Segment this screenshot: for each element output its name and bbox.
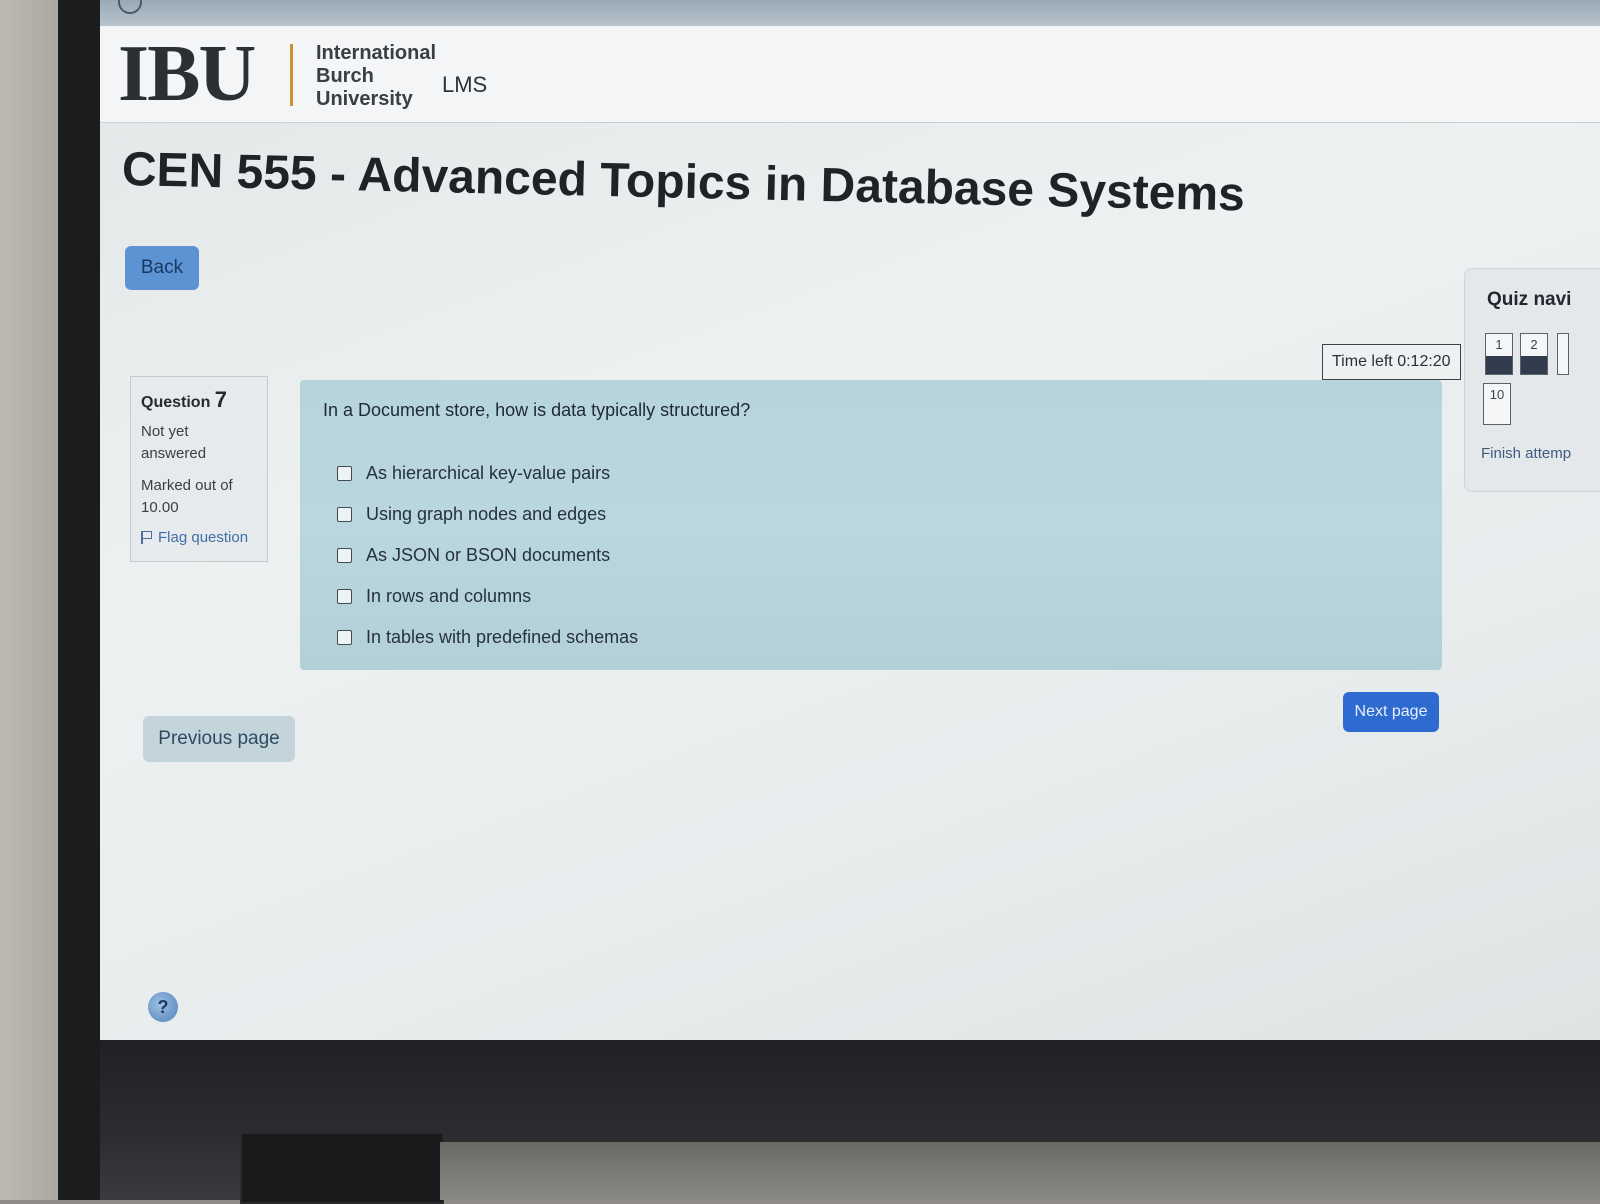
question-marks: Marked out of 10.00 — [141, 477, 233, 516]
answer-option-label[interactable]: In rows and columns — [366, 586, 531, 607]
site-header: IBU International Burch University LMS — [100, 26, 1600, 123]
lms-label: LMS — [442, 72, 488, 97]
answer-option[interactable]: Using graph nodes and edges — [323, 494, 1419, 535]
question-panel: In a Document store, how is data typical… — [300, 380, 1442, 670]
quiz-nav-question-button[interactable]: 10 — [1483, 383, 1511, 425]
question-info-panel: Question 7 Not yet answered Marked out o… — [130, 376, 268, 562]
quiz-timer: Time left 0:12:20 — [1322, 344, 1461, 380]
screen: IBU International Burch University LMS C… — [100, 0, 1600, 1040]
finish-attempt-link[interactable]: Finish attemp — [1481, 445, 1571, 462]
answer-option-label[interactable]: As hierarchical key-value pairs — [366, 463, 610, 484]
question-label: Question — [141, 394, 211, 411]
keyboard-edge — [440, 1142, 1600, 1200]
university-name-line: University — [316, 88, 413, 110]
back-button[interactable]: Back — [125, 246, 199, 290]
quiz-nav-question-button-partial[interactable] — [1557, 333, 1569, 375]
next-page-button[interactable]: Next page — [1343, 692, 1439, 732]
question-number: Question 7 — [141, 387, 257, 413]
help-icon[interactable]: ? — [148, 992, 178, 1022]
university-name-line: Burch — [316, 65, 374, 87]
flag-question-link[interactable]: Flag question — [141, 529, 257, 546]
answer-checkbox[interactable] — [337, 507, 352, 522]
flag-icon — [141, 531, 153, 544]
logo-divider — [290, 44, 293, 106]
university-name: International Burch University — [316, 42, 436, 111]
ibu-logo[interactable]: IBU — [118, 34, 256, 114]
question-number-value: 7 — [214, 387, 228, 412]
answer-option-label[interactable]: Using graph nodes and edges — [366, 504, 606, 525]
question-state: Not yet answered — [141, 423, 207, 462]
answer-checkbox[interactable] — [337, 548, 352, 563]
answer-option[interactable]: In tables with predefined schemas — [323, 617, 1419, 658]
quiz-nav-question-button[interactable]: 2 — [1520, 333, 1548, 375]
previous-page-button[interactable]: Previous page — [143, 716, 295, 762]
quiz-nav-question-button[interactable]: 1 — [1485, 333, 1513, 375]
answer-checkbox[interactable] — [337, 466, 352, 481]
answer-option[interactable]: As JSON or BSON documents — [323, 535, 1419, 576]
answer-checkbox[interactable] — [337, 630, 352, 645]
course-title: CEN 555 - Advanced Topics in Database Sy… — [121, 143, 1246, 222]
answer-option-label[interactable]: As JSON or BSON documents — [366, 545, 610, 566]
university-name-line: International — [316, 42, 437, 64]
laptop-hinge — [240, 1132, 444, 1204]
browser-top-bar — [100, 0, 1600, 26]
quiz-navigation-block: Quiz navi 1 2 10 Finish attemp — [1464, 268, 1600, 492]
answer-option[interactable]: As hierarchical key-value pairs — [323, 453, 1419, 494]
reload-icon[interactable] — [118, 0, 142, 14]
quiz-navigation-title: Quiz navi — [1487, 289, 1572, 310]
answer-option-label[interactable]: In tables with predefined schemas — [366, 627, 638, 648]
answer-option[interactable]: In rows and columns — [323, 576, 1419, 617]
flag-question-label: Flag question — [158, 529, 249, 546]
question-text: In a Document store, how is data typical… — [323, 400, 751, 420]
answer-checkbox[interactable] — [337, 589, 352, 604]
